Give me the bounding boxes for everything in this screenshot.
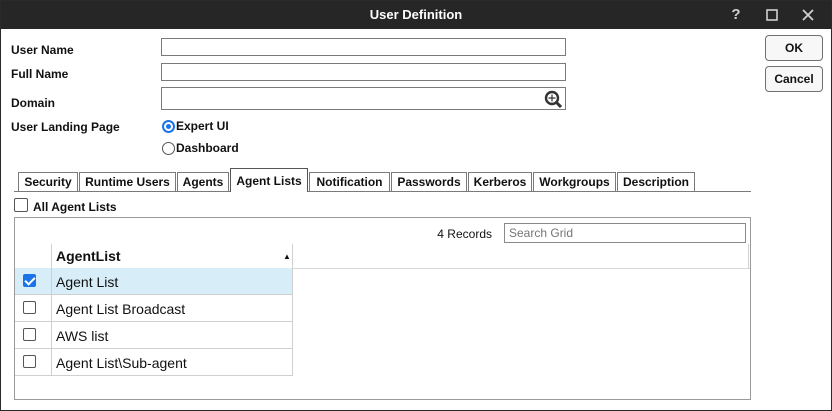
user-definition-dialog: User Definition ? User Name Full Name Do… [0, 0, 832, 411]
tab-agent-lists[interactable]: Agent Lists [230, 168, 308, 192]
tab-notification[interactable]: Notification [309, 172, 390, 191]
radio-dashboard[interactable]: Dashboard [162, 141, 239, 155]
row-label: AWS list [56, 328, 109, 344]
row-checkbox[interactable] [23, 355, 36, 368]
sort-ascending-icon[interactable]: ▲ [283, 252, 291, 261]
tab-runtime-users[interactable]: Runtime Users [79, 172, 176, 191]
row-checkbox[interactable] [23, 274, 36, 287]
row-label: Agent List [56, 274, 119, 290]
radio-expert-ui-label: Expert UI [176, 119, 229, 133]
cancel-button[interactable]: Cancel [765, 66, 823, 92]
table-row[interactable]: Agent List\Sub-agent [15, 349, 293, 376]
column-header-agentlist[interactable]: AgentList [56, 248, 121, 264]
window-title: User Definition [369, 7, 463, 22]
tab-security[interactable]: Security [18, 172, 78, 191]
column-divider[interactable] [292, 244, 293, 268]
domain-field[interactable] [161, 87, 566, 110]
all-agent-lists-checkbox[interactable] [14, 198, 28, 212]
close-icon[interactable] [797, 4, 819, 26]
radio-expert-ui[interactable]: Expert UI [162, 119, 229, 133]
row-divider [292, 295, 293, 321]
tab-workgroups[interactable]: Workgroups [533, 172, 616, 191]
all-agent-lists-toggle[interactable]: All Agent Lists [14, 196, 117, 214]
tab-kerberos[interactable]: Kerberos [468, 172, 532, 191]
row-label: Agent List Broadcast [56, 301, 186, 317]
domain-label: Domain [11, 96, 56, 110]
radio-dashboard-label: Dashboard [176, 141, 239, 155]
row-divider [292, 268, 293, 294]
header-check-column [15, 244, 52, 268]
row-label: Agent List\Sub-agent [56, 355, 187, 371]
record-count: 4 Records [437, 227, 492, 241]
landing-page-label: User Landing Page [11, 120, 120, 134]
row-check-cell [15, 322, 52, 348]
agent-list-grid: 4 Records AgentList ▲ Agent List Agent L… [14, 217, 751, 400]
table-row[interactable]: Agent List [15, 268, 293, 295]
tab-agents[interactable]: Agents [177, 172, 229, 191]
row-checkbox[interactable] [23, 328, 36, 341]
grid-header: AgentList ▲ [15, 244, 750, 269]
radio-expert-ui-control[interactable] [162, 119, 175, 133]
full-name-input[interactable] [161, 63, 566, 81]
row-check-cell [15, 295, 52, 321]
user-name-input[interactable] [161, 38, 566, 56]
table-row[interactable]: AWS list [15, 322, 293, 349]
maximize-icon[interactable] [761, 4, 783, 26]
row-check-cell [15, 268, 52, 294]
grid-edge [748, 244, 749, 268]
table-row[interactable]: Agent List Broadcast [15, 295, 293, 322]
help-icon[interactable]: ? [725, 4, 747, 26]
row-check-cell [15, 349, 52, 375]
user-name-label: User Name [11, 43, 74, 57]
tab-divider [14, 191, 751, 192]
search-lookup-icon[interactable] [544, 90, 564, 108]
tab-passwords[interactable]: Passwords [391, 172, 467, 191]
radio-dashboard-control[interactable] [162, 141, 175, 155]
all-agent-lists-label: All Agent Lists [33, 200, 117, 214]
row-divider [292, 322, 293, 348]
title-bar: User Definition ? [1, 1, 831, 29]
ok-button[interactable]: OK [765, 35, 823, 61]
row-divider [292, 349, 293, 375]
full-name-label: Full Name [11, 67, 69, 81]
tab-description[interactable]: Description [617, 172, 695, 191]
search-grid-input[interactable] [504, 223, 746, 243]
row-checkbox[interactable] [23, 301, 36, 314]
